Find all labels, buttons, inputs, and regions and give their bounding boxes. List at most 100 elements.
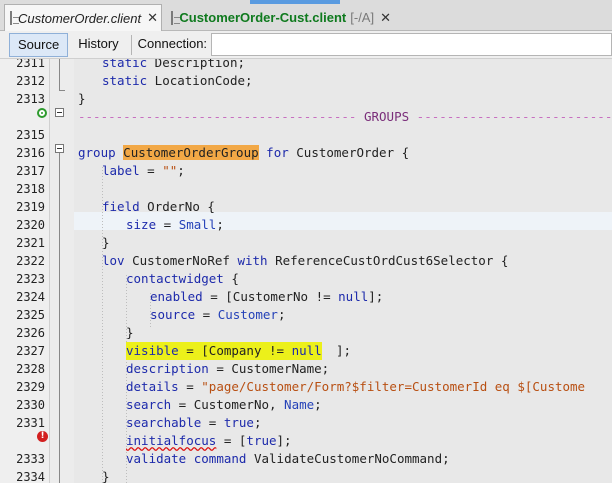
code-text: =	[201, 415, 224, 430]
line-number: 2325	[16, 308, 45, 322]
line-number: 2331	[16, 416, 45, 430]
code-text: =	[195, 307, 218, 322]
tab-close-icon[interactable]: ✕	[380, 10, 391, 26]
code-line: 2326 }	[0, 324, 612, 342]
code-line: 2320 size = Small;	[0, 216, 612, 234]
history-button[interactable]: History	[70, 33, 126, 57]
tab-customerorder-cust-client[interactable]: CustomerOrder-Cust.client [-/A] ✕	[166, 4, 396, 31]
line-number: 2334	[16, 470, 45, 483]
line-number: 2321	[16, 236, 45, 250]
line-number: 2322	[16, 254, 45, 268]
string-literal: "page/Customer/Form?$filter=CustomerId e…	[201, 379, 586, 394]
keyword: group	[78, 145, 116, 160]
group-name: CustomerOrderGroup	[123, 145, 259, 160]
line-number: 2328	[16, 362, 45, 376]
keyword: field	[102, 199, 140, 214]
code-text: CustomerName;	[231, 361, 330, 376]
code-text: ;	[253, 415, 262, 430]
tab-suffix: [-/A]	[350, 10, 375, 25]
keyword: for	[266, 145, 289, 160]
code-line: 2328 description = CustomerName;	[0, 360, 612, 378]
code-text: ;	[216, 217, 224, 232]
code-text: }	[78, 91, 86, 106]
code-line: 2316 group CustomerOrderGroup for Custom…	[0, 144, 612, 162]
line-number: 2318	[16, 182, 45, 196]
keyword: command	[186, 451, 247, 466]
line-number: 2319	[16, 200, 45, 214]
keyword: source	[150, 307, 196, 322]
code-text: ;	[277, 307, 286, 322]
code-text: =	[171, 397, 194, 412]
string-literal: ""	[162, 163, 178, 178]
keyword: enabled	[150, 289, 203, 304]
keyword: validate	[126, 451, 187, 466]
editor-tab-bar: CustomerOrder.client ✕ CustomerOrder-Cus…	[0, 0, 612, 31]
code-line: 2318	[0, 180, 612, 198]
code-line: 2321 }	[0, 234, 612, 252]
code-text: = [CustomerNo !=	[202, 289, 339, 304]
tab-close-icon[interactable]: ✕	[147, 10, 158, 26]
tab-title: CustomerOrder-Cust.client	[179, 10, 347, 25]
line-number: 2333	[16, 452, 45, 466]
code-line: 2322 lov CustomerNoRef with ReferenceCus…	[0, 252, 612, 270]
code-text: ;	[314, 397, 322, 412]
code-line: 2327 visible = [Company != null];	[0, 342, 612, 360]
code-text: =	[208, 361, 232, 376]
code-text: CustomerNoRef	[124, 253, 238, 268]
connection-input[interactable]	[211, 33, 612, 56]
code-line: 2313 }	[0, 90, 612, 108]
code-line: 2317 label = "";	[0, 162, 612, 180]
line-number: 2327	[16, 344, 45, 358]
code-text: }	[102, 469, 110, 483]
code-text: }	[126, 325, 134, 340]
code-text: OrderNo {	[139, 199, 215, 214]
code-text: ];	[336, 343, 352, 358]
code-line: 2323 contactwidget {	[0, 270, 612, 288]
code-text: CustomerOrder {	[288, 145, 410, 160]
code-text: =	[139, 163, 163, 178]
file-icon	[171, 10, 182, 25]
code-text: ValidateCustomerNoCommand;	[246, 451, 450, 466]
code-line: 2333 validate command ValidateCustomerNo…	[0, 450, 612, 468]
code-line: 2334 }	[0, 468, 612, 483]
code-text: =	[178, 379, 202, 394]
keyword: visible	[126, 343, 179, 358]
keyword: static	[102, 59, 148, 70]
section-label: GROUPS	[356, 109, 417, 124]
code-line: 2330 search = CustomerNo, Name;	[0, 396, 612, 414]
keyword: null	[291, 343, 322, 358]
code-text: = [	[216, 433, 247, 448]
source-button[interactable]: Source	[9, 32, 69, 57]
code-line: 2329 details = "page/Customer/Form?$filt…	[0, 378, 612, 396]
code-line: 2319 field OrderNo {	[0, 198, 612, 216]
line-number: 2316	[16, 146, 45, 160]
tab-customerorder-client[interactable]: CustomerOrder.client ✕	[4, 4, 162, 31]
keyword: true	[246, 433, 277, 448]
keyword: details	[126, 379, 179, 394]
keyword: null	[338, 289, 369, 304]
code-line: 2311 static Description;	[0, 59, 612, 72]
keyword: lov	[102, 253, 125, 268]
code-line: 2324 enabled = [CustomerNo != null];	[0, 288, 612, 306]
code-text: = [Company !=	[178, 343, 292, 358]
line-number: 2324	[16, 290, 45, 304]
keyword: description	[126, 361, 209, 376]
code-text: }	[102, 235, 110, 250]
code-line: 2331 searchable = true;	[0, 414, 612, 432]
code-text: ];	[368, 289, 384, 304]
code-line: initialfocus = [true];	[0, 432, 612, 450]
line-number: 2326	[16, 326, 45, 340]
line-number: 2329	[16, 380, 45, 394]
keyword: search	[126, 397, 172, 412]
keyword-error: initialfocus	[126, 433, 217, 448]
code-editor[interactable]: ! 2311 static Description; 2312 static L…	[0, 59, 612, 483]
keyword: size	[126, 217, 157, 232]
comment-dashes: ----------------------------------	[416, 109, 612, 124]
code-text: ;	[177, 163, 185, 178]
keyword: with	[237, 253, 268, 268]
code-text: ReferenceCustOrdCust6Selector {	[267, 253, 509, 268]
code-text: CustomerNo,	[193, 397, 285, 412]
code-text: {	[223, 271, 239, 286]
value: Name	[284, 397, 315, 412]
code-line: 2325 source = Customer;	[0, 306, 612, 324]
